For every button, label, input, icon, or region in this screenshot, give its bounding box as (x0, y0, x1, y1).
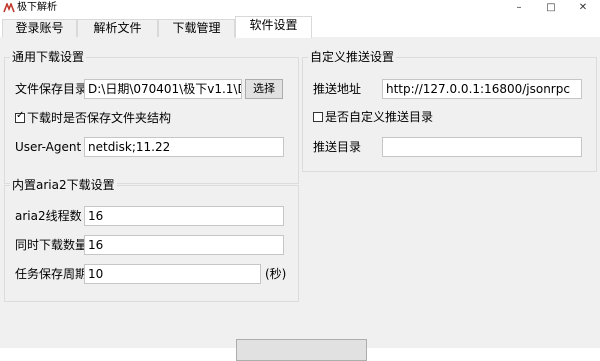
minimize-button[interactable]: – (505, 0, 533, 16)
push-dir-label: 推送目录 (313, 140, 362, 154)
checkbox-checked-icon: ✓ (15, 110, 25, 123)
browse-button[interactable]: 选择 (245, 79, 283, 99)
user-agent-label: User-Agent (15, 140, 82, 154)
aria2-threads-label: aria2线程数 (15, 209, 82, 223)
general-settings-group: 通用下载设置 文件保存目录 D:\日期\070401\极下v1.1\Dowr 选… (4, 50, 299, 184)
custom-dir-label: 是否自定义推送目录 (325, 110, 434, 124)
tab-parse-files[interactable]: 解析文件 (77, 19, 158, 37)
task-retention-unit: (秒) (265, 267, 287, 281)
settings-panel: 通用下载设置 文件保存目录 D:\日期\070401\极下v1.1\Dowr 选… (0, 37, 600, 348)
aria2-settings-group: 内置aria2下载设置 aria2线程数 16 同时下载数量 16 任务保存周期… (4, 178, 299, 302)
custom-dir-checkbox[interactable]: 是否自定义推送目录 (313, 109, 433, 125)
task-retention-input[interactable]: 10 (84, 264, 261, 284)
push-address-input[interactable]: http://127.0.0.1:16800/jsonrpc (382, 79, 582, 99)
tab-settings[interactable]: 软件设置 (235, 16, 312, 38)
push-settings-group: 自定义推送设置 推送地址 http://127.0.0.1:16800/json… (302, 50, 597, 172)
save-dir-label: 文件保存目录 (15, 82, 88, 96)
title-bar: 极下解析 – □ ✕ (0, 0, 600, 16)
app-logo-icon (3, 3, 15, 13)
close-button[interactable]: ✕ (569, 0, 597, 16)
keep-structure-checkbox[interactable]: ✓ 下载时是否保存文件夹结构 (15, 110, 171, 126)
tab-download-manager[interactable]: 下载管理 (158, 19, 235, 37)
tab-strip: 登录账号 解析文件 下载管理 软件设置 (0, 16, 600, 38)
maximize-button[interactable]: □ (537, 0, 565, 16)
save-dir-input[interactable]: D:\日期\070401\极下v1.1\Dowr (84, 79, 242, 99)
push-dir-input[interactable] (382, 137, 582, 157)
push-address-label: 推送地址 (313, 82, 362, 96)
aria2-settings-title: 内置aria2下载设置 (10, 178, 117, 193)
checkbox-unchecked-icon (313, 112, 323, 122)
general-settings-title: 通用下载设置 (10, 50, 87, 65)
concurrent-downloads-input[interactable]: 16 (84, 235, 284, 255)
window-title: 极下解析 (17, 2, 57, 13)
keep-structure-label: 下载时是否保存文件夹结构 (27, 111, 172, 125)
save-settings-button[interactable] (236, 339, 367, 361)
user-agent-input[interactable]: netdisk;11.22 (84, 137, 284, 157)
concurrent-downloads-label: 同时下载数量 (15, 238, 88, 252)
tab-login[interactable]: 登录账号 (2, 19, 77, 37)
aria2-threads-input[interactable]: 16 (84, 206, 284, 226)
push-settings-title: 自定义推送设置 (308, 50, 397, 65)
task-retention-label: 任务保存周期 (15, 267, 88, 281)
